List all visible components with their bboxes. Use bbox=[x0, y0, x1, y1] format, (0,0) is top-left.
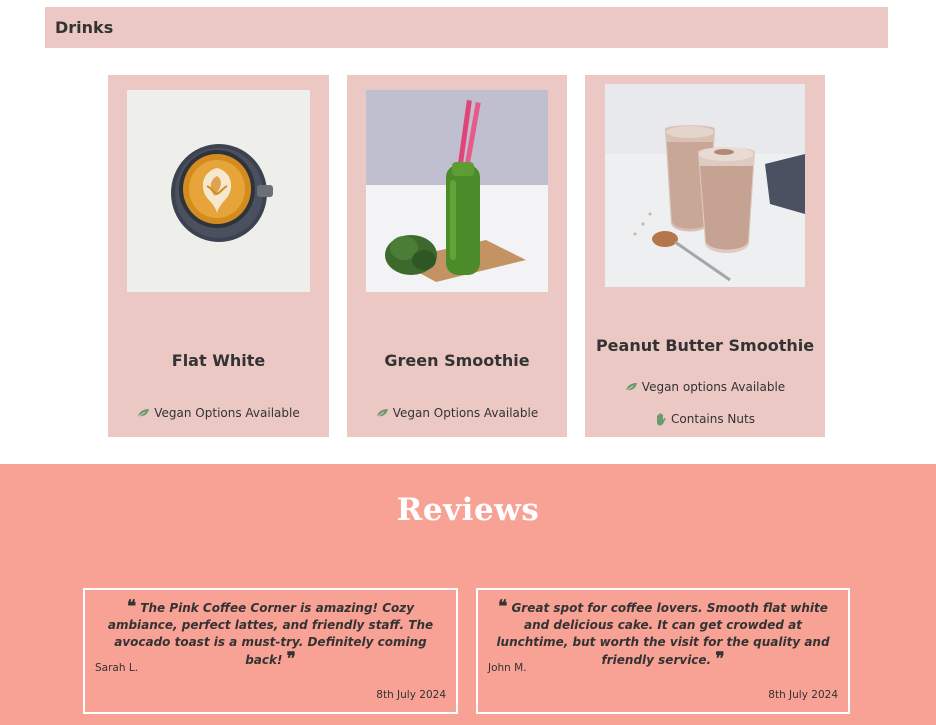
nuts-tag: Contains Nuts bbox=[585, 412, 825, 426]
drinks-header: Drinks bbox=[45, 7, 888, 48]
open-quote-icon: ❝ bbox=[498, 597, 508, 617]
tag-text: Vegan Options Available bbox=[392, 406, 539, 420]
review-card: ❝ Great spot for coffee lovers. Smooth f… bbox=[476, 588, 850, 714]
review-text: The Pink Coffee Corner is amazing! Cozy … bbox=[107, 601, 434, 667]
drink-name: Peanut Butter Smoothie bbox=[595, 336, 815, 355]
vegan-tag: Vegan Options Available bbox=[347, 406, 567, 420]
hand-icon bbox=[657, 412, 666, 425]
reviews-title: Reviews bbox=[396, 492, 540, 528]
leaf-icon bbox=[376, 409, 388, 418]
review-text: Great spot for coffee lovers. Smooth fla… bbox=[496, 601, 830, 667]
review-author: Sarah L. bbox=[95, 662, 139, 674]
review-quote: ❝ Great spot for coffee lovers. Smooth f… bbox=[492, 599, 834, 669]
vegan-tag: Vegan Options Available bbox=[108, 406, 329, 420]
drink-name: Green Smoothie bbox=[384, 351, 530, 370]
drink-name: Flat White bbox=[171, 351, 266, 370]
drinks-title: Drinks bbox=[55, 18, 114, 37]
vegan-tag: Vegan options Available bbox=[585, 380, 825, 394]
leaf-icon bbox=[625, 383, 637, 392]
peanut-butter-smoothie-image bbox=[605, 84, 805, 287]
drink-card-peanut-butter-smoothie[interactable]: Peanut Butter Smoothie Vegan options Ava… bbox=[585, 75, 825, 437]
green-smoothie-image bbox=[366, 90, 548, 292]
review-quote: ❝ The Pink Coffee Corner is amazing! Coz… bbox=[99, 599, 442, 669]
drink-card-green-smoothie[interactable]: Green Smoothie Vegan Options Available bbox=[347, 75, 567, 437]
drink-card-flat-white[interactable]: Flat White Vegan Options Available bbox=[108, 75, 329, 437]
review-author: John M. bbox=[488, 662, 527, 674]
tag-text: Contains Nuts bbox=[671, 412, 755, 426]
leaf-icon bbox=[138, 409, 150, 418]
close-quote-icon: ❞ bbox=[715, 649, 725, 669]
review-card: ❝ The Pink Coffee Corner is amazing! Coz… bbox=[83, 588, 458, 714]
close-quote-icon: ❞ bbox=[286, 649, 296, 669]
reviews-section: Reviews ❝ The Pink Coffee Corner is amaz… bbox=[0, 464, 936, 725]
flat-white-image bbox=[127, 90, 310, 292]
review-date: 8th July 2024 bbox=[376, 689, 446, 701]
tag-text: Vegan options Available bbox=[641, 380, 786, 394]
tag-text: Vegan Options Available bbox=[154, 406, 300, 420]
open-quote-icon: ❝ bbox=[126, 597, 137, 617]
review-date: 8th July 2024 bbox=[768, 689, 838, 701]
